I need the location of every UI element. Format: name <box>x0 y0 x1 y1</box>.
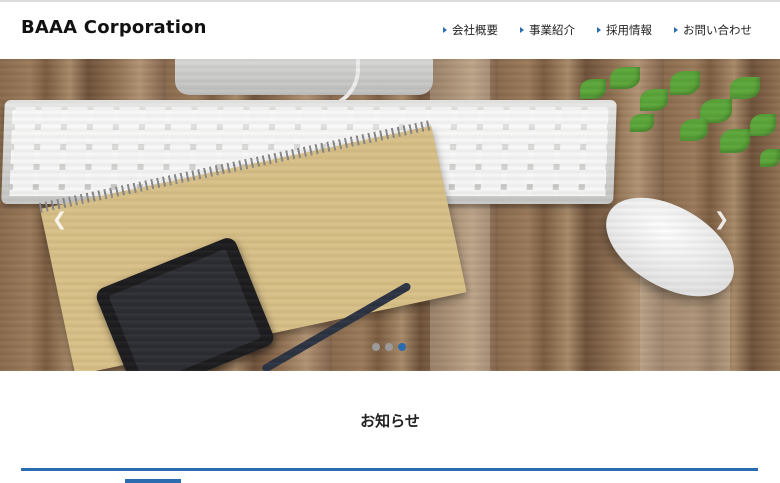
news-tab-indicator[interactable] <box>125 479 181 483</box>
news-divider <box>21 468 758 471</box>
site-header: BAAA Corporation 会社概要 事業紹介 採用情報 お問い合わせ <box>0 2 780 59</box>
main-nav: 会社概要 事業紹介 採用情報 お問い合わせ <box>443 22 752 38</box>
nav-item-contact[interactable]: お問い合わせ <box>674 22 752 38</box>
brand-logo[interactable]: BAAA Corporation <box>21 17 207 38</box>
slide-dot-2[interactable] <box>385 343 393 351</box>
plant-image <box>570 59 780 179</box>
triangle-right-icon <box>443 27 447 33</box>
slide-dot-1[interactable] <box>372 343 380 351</box>
chevron-right-icon[interactable]: ❯ <box>714 209 729 230</box>
nav-label: 採用情報 <box>606 23 652 37</box>
nav-label: 会社概要 <box>452 23 498 37</box>
news-section-title: お知らせ <box>360 412 420 430</box>
triangle-right-icon <box>520 27 524 33</box>
hero-slider: ❮ ❯ <box>0 59 780 371</box>
triangle-right-icon <box>674 27 678 33</box>
slider-dots <box>372 343 406 351</box>
nav-label: 事業紹介 <box>529 23 575 37</box>
nav-item-recruit[interactable]: 採用情報 <box>597 22 652 38</box>
nav-label: お問い合わせ <box>683 23 752 37</box>
slide-dot-3[interactable] <box>398 343 406 351</box>
nav-item-company[interactable]: 会社概要 <box>443 22 498 38</box>
nav-item-business[interactable]: 事業紹介 <box>520 22 575 38</box>
triangle-right-icon <box>597 27 601 33</box>
chevron-left-icon[interactable]: ❮ <box>52 209 67 230</box>
